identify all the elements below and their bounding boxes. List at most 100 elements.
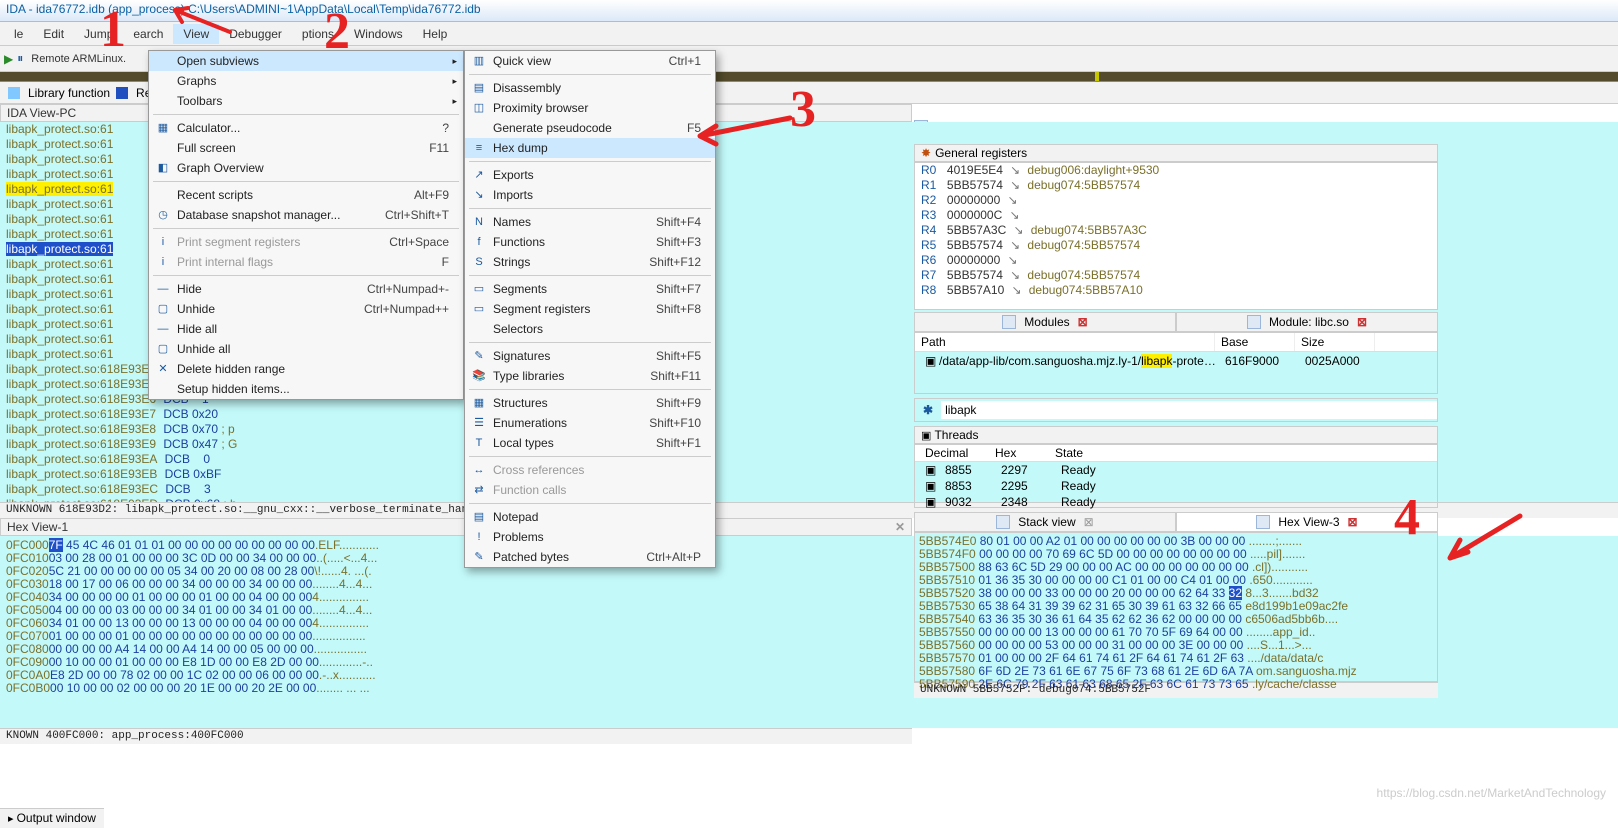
close-icon[interactable]: ✕ [895, 520, 905, 534]
menu-glyph-icon: ▭ [471, 281, 487, 297]
menu-item-signatures[interactable]: ✎SignaturesShift+F5 [465, 346, 715, 366]
menu-help[interactable]: Help [413, 24, 458, 44]
filter-input[interactable] [941, 401, 1437, 419]
menu-item-calculator-[interactable]: ▦Calculator...? [149, 118, 463, 138]
modules-panel[interactable]: Path Base Size ▣ /data/app-lib/com.sangu… [914, 332, 1438, 394]
menu-item-selectors[interactable]: Selectors [465, 319, 715, 339]
gr-label: General registers [935, 146, 1027, 160]
tab-modules[interactable]: Modules⊠ [914, 312, 1176, 332]
menu-item-setup-hidden-items-[interactable]: Setup hidden items... [149, 379, 463, 399]
menu-item-unhide-all[interactable]: ▢Unhide all [149, 339, 463, 359]
close-icon[interactable]: ⊠ [1078, 315, 1088, 329]
menu-glyph-icon: T [471, 435, 487, 451]
menu-item-print-internal-flags: iPrint internal flagsF [149, 252, 463, 272]
registers-body[interactable]: R0 4019E5E4 ↘ debug006:daylight+9530R1 5… [914, 162, 1438, 310]
menu-glyph-icon: N [471, 214, 487, 230]
view-menu[interactable]: Open subviews▸Graphs▸Toolbars▸ ▦Calculato… [148, 50, 464, 400]
menu-item-exports[interactable]: ↗Exports [465, 165, 715, 185]
pause-icon[interactable]: ⏸ [17, 51, 23, 66]
clear-filter-icon[interactable]: ✱ [915, 403, 941, 417]
arrow-icon [690, 110, 800, 150]
menu-item-full-screen[interactable]: Full screenF11 [149, 138, 463, 158]
menu-item-structures[interactable]: ▦StructuresShift+F9 [465, 393, 715, 413]
menu-glyph-icon: f [471, 234, 487, 250]
menu-item-type-libraries[interactable]: 📚Type librariesShift+F11 [465, 366, 715, 386]
watermark: https://blog.csdn.net/MarketAndTechnolog… [1377, 786, 1606, 800]
menu-item-quick-view[interactable]: ▥Quick viewCtrl+1 [465, 51, 715, 71]
menu-glyph-icon: ▦ [155, 120, 171, 136]
menu-glyph-icon: ▭ [471, 301, 487, 317]
close-icon[interactable]: ⊠ [1348, 515, 1358, 529]
menu-glyph-icon: ▢ [155, 341, 171, 357]
arrow-icon [160, 2, 240, 42]
menu-item-problems[interactable]: !Problems [465, 527, 715, 547]
menu-glyph-icon: ! [471, 529, 487, 545]
tab-ida-view-label: IDA View-PC [7, 106, 76, 120]
menu-item-toolbars[interactable]: Toolbars▸ [149, 91, 463, 111]
col-decimal[interactable]: Decimal [915, 445, 985, 461]
close-icon[interactable]: ⊠ [1084, 515, 1094, 529]
annotation-1: 1 [100, 0, 126, 59]
right-column: ✸ General registers R0 4019E5E4 ↘ debug0… [914, 144, 1438, 698]
menu-glyph-icon: ▥ [471, 53, 487, 69]
close-icon[interactable]: ⊠ [1357, 315, 1367, 329]
run-icon[interactable]: ▶ [4, 52, 13, 66]
menu-item-enumerations[interactable]: ☰EnumerationsShift+F10 [465, 413, 715, 433]
menu-item-delete-hidden-range[interactable]: ✕Delete hidden range [149, 359, 463, 379]
module-row[interactable]: ▣ /data/app-lib/com.sanguosha.mjz.ly-1/l… [915, 352, 1437, 370]
menu-item-generate-pseudocode[interactable]: Generate pseudocodeF5 [465, 118, 715, 138]
menu-glyph-icon: ▤ [471, 509, 487, 525]
menu-glyph-icon: ≡ [471, 140, 487, 156]
module-filter[interactable]: ✱ [914, 398, 1438, 422]
menu-item-graphs[interactable]: Graphs▸ [149, 71, 463, 91]
col-path[interactable]: Path [915, 333, 1215, 351]
menu-item-segments[interactable]: ▭SegmentsShift+F7 [465, 279, 715, 299]
menu-windows[interactable]: Windows [344, 24, 413, 44]
col-state[interactable]: State [1045, 445, 1093, 461]
menu-item-database-snapshot-manager-[interactable]: ◷Database snapshot manager...Ctrl+Shift+… [149, 205, 463, 225]
menu-item-hide-all[interactable]: —Hide all [149, 319, 463, 339]
menu-glyph-icon: ✎ [471, 549, 487, 565]
menu-item-notepad[interactable]: ▤Notepad [465, 507, 715, 527]
menu-item-strings[interactable]: SStringsShift+F12 [465, 252, 715, 272]
menu-item-print-segment-registers: iPrint segment registersCtrl+Space [149, 232, 463, 252]
menu-glyph-icon: ↗ [471, 167, 487, 183]
menu-item-segment-registers[interactable]: ▭Segment registersShift+F8 [465, 299, 715, 319]
menu-item-local-types[interactable]: TLocal typesShift+F1 [465, 433, 715, 453]
tab-hex-view-1[interactable]: Hex View-1 ✕ [0, 518, 912, 536]
menu-item-disassembly[interactable]: ▤Disassembly [465, 78, 715, 98]
registers-icon: ✸ [921, 146, 931, 160]
menu-item-imports[interactable]: ↘Imports [465, 185, 715, 205]
threads-panel[interactable]: Decimal Hex State ▣88552297Ready▣8853229… [914, 444, 1438, 508]
menu-item-patched-bytes[interactable]: ✎Patched bytesCtrl+Alt+P [465, 547, 715, 567]
tab-module-detail[interactable]: Module: libc.so⊠ [1176, 312, 1438, 332]
open-subviews-menu[interactable]: ▥Quick viewCtrl+1 ▤Disassembly◫Proximity … [464, 50, 716, 568]
menu-glyph-icon: ◧ [155, 160, 171, 176]
menu-glyph-icon: i [155, 254, 171, 270]
threads-header[interactable]: ▣ Threads [914, 426, 1438, 444]
col-size[interactable]: Size [1295, 333, 1375, 351]
menu-glyph-icon: — [155, 321, 171, 337]
col-base[interactable]: Base [1215, 333, 1295, 351]
menu-item-unhide[interactable]: ▢UnhideCtrl+Numpad++ [149, 299, 463, 319]
col-hex[interactable]: Hex [985, 445, 1045, 461]
tab-stack-view[interactable]: Stack view⊠ [914, 512, 1176, 532]
output-label: Output window [17, 811, 96, 825]
menu-item-recent-scripts[interactable]: Recent scriptsAlt+F9 [149, 185, 463, 205]
menu-item-proximity-browser[interactable]: ◫Proximity browser [465, 98, 715, 118]
menu-glyph-icon: ↔ [471, 462, 487, 478]
tab-output[interactable]: ▸ Output window [0, 808, 104, 828]
menu-glyph-icon: ✕ [155, 361, 171, 377]
menu-item-names[interactable]: NNamesShift+F4 [465, 212, 715, 232]
general-registers-header[interactable]: ✸ General registers [914, 144, 1438, 162]
menu-glyph-icon: ▤ [471, 80, 487, 96]
menu-item-open-subviews[interactable]: Open subviews▸ [149, 51, 463, 71]
menu-item-graph-overview[interactable]: ◧Graph Overview [149, 158, 463, 178]
window-title: IDA - ida76772.idb (app_process) C:\User… [0, 0, 1618, 22]
hex-view-3[interactable]: 5BB574E0 80 01 00 00 A2 01 00 00 00 00 0… [914, 532, 1438, 682]
menu-item-functions[interactable]: fFunctionsShift+F3 [465, 232, 715, 252]
menu-item-hide[interactable]: —HideCtrl+Numpad+- [149, 279, 463, 299]
menu-edit[interactable]: Edit [33, 24, 74, 44]
menu-le[interactable]: le [4, 24, 33, 44]
menu-item-hex-dump[interactable]: ≡Hex dump [465, 138, 715, 158]
